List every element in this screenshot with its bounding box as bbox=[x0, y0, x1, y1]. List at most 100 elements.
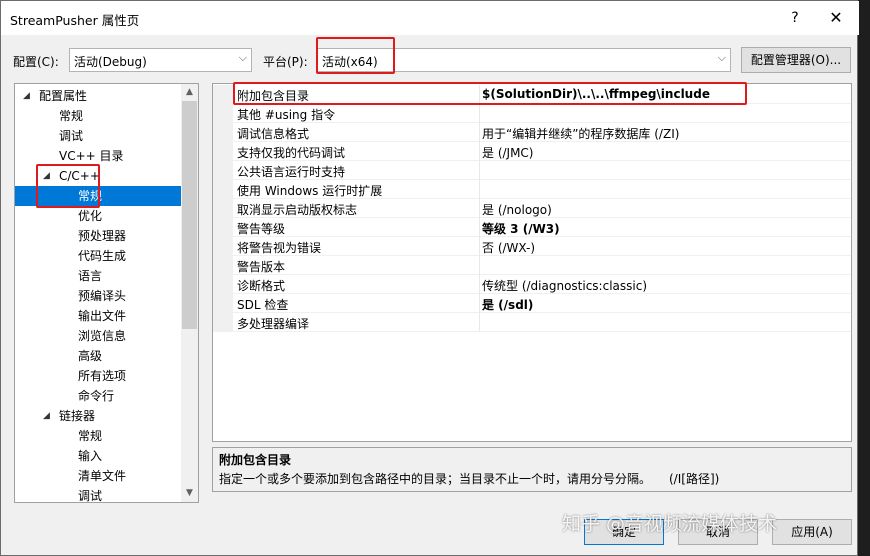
tree-item[interactable]: 常规 bbox=[15, 186, 181, 206]
window-title: StreamPusher 属性页 bbox=[10, 13, 140, 28]
tree-item[interactable]: 语言 bbox=[15, 266, 181, 286]
tree-item-label: C/C++ bbox=[59, 169, 100, 183]
property-value[interactable]: 是 (/nologo) bbox=[482, 201, 552, 218]
config-manager-button[interactable]: 配置管理器(O)... bbox=[741, 47, 851, 73]
tree-item[interactable]: 调试 bbox=[15, 486, 181, 503]
tree-item[interactable]: 输出文件 bbox=[15, 306, 181, 326]
tree-item-label: 常规 bbox=[59, 109, 84, 123]
tree-item[interactable]: 调试 bbox=[15, 126, 181, 146]
column-divider bbox=[479, 85, 480, 104]
row-gutter bbox=[213, 85, 233, 104]
column-divider bbox=[479, 180, 480, 199]
property-row[interactable]: 调试信息格式 用于“编辑并继续”的程序数据库 (/ZI) bbox=[213, 123, 851, 142]
tree-item-label: 预处理器 bbox=[78, 229, 127, 243]
row-gutter bbox=[213, 275, 233, 294]
property-value[interactable]: 是 (/JMC) bbox=[482, 144, 534, 161]
tree-item[interactable]: 优化 bbox=[15, 206, 181, 226]
help-button[interactable]: ? bbox=[780, 7, 810, 29]
tree-item-label: 调试 bbox=[78, 489, 103, 503]
tree-scrollbar[interactable]: ▲ ▼ bbox=[181, 84, 198, 502]
property-tree: ◢ 配置属性 常规 调试 VC++ 目录 ◢ C/C++ 常规 优化 预处理器 代码生成 语言 预编译头… bbox=[14, 83, 199, 503]
property-pages-dialog: StreamPusher 属性页 ? ✕ 配置(C): 活动(Debug) ⌵ … bbox=[0, 0, 859, 556]
column-divider bbox=[479, 313, 480, 332]
row-gutter bbox=[213, 123, 233, 142]
property-row[interactable]: 取消显示启动版权标志 是 (/nologo) bbox=[213, 199, 851, 218]
title-bar: StreamPusher 属性页 ? ✕ bbox=[1, 1, 859, 35]
column-divider bbox=[479, 199, 480, 218]
property-row[interactable]: 将警告视为错误 否 (/WX-) bbox=[213, 237, 851, 256]
tree-item[interactable]: 预编译头 bbox=[15, 286, 181, 306]
column-divider bbox=[479, 294, 480, 313]
property-row[interactable]: 警告版本 bbox=[213, 256, 851, 275]
property-value[interactable]: 传统型 (/diagnostics:classic) bbox=[482, 277, 647, 294]
tree-item-label: VC++ 目录 bbox=[59, 149, 124, 163]
property-row[interactable]: 其他 #using 指令 bbox=[213, 104, 851, 123]
property-name: 警告版本 bbox=[237, 260, 286, 274]
expand-arrow-icon[interactable]: ◢ bbox=[23, 86, 30, 106]
tree-item-label: 预编译头 bbox=[78, 289, 127, 303]
tree-item[interactable]: 所有选项 bbox=[15, 366, 181, 386]
property-row[interactable]: 使用 Windows 运行时扩展 bbox=[213, 180, 851, 199]
scroll-up-icon[interactable]: ▲ bbox=[181, 84, 198, 101]
property-row[interactable]: SDL 检查 是 (/sdl) bbox=[213, 294, 851, 313]
tree-item-label: 输出文件 bbox=[78, 309, 127, 323]
platform-combo[interactable]: 活动(x64) ⌵ bbox=[317, 48, 731, 72]
tree-item[interactable]: 浏览信息 bbox=[15, 326, 181, 346]
scroll-down-icon[interactable]: ▼ bbox=[181, 485, 198, 502]
tree-item-label: 所有选项 bbox=[78, 369, 127, 383]
config-combo[interactable]: 活动(Debug) ⌵ bbox=[69, 48, 252, 72]
property-row[interactable]: 诊断格式 传统型 (/diagnostics:classic) bbox=[213, 275, 851, 294]
property-row[interactable]: 多处理器编译 bbox=[213, 313, 851, 332]
tree-item[interactable]: VC++ 目录 bbox=[15, 146, 181, 166]
tree-item[interactable]: ◢ 配置属性 bbox=[15, 86, 181, 106]
tree-item[interactable]: 清单文件 bbox=[15, 466, 181, 486]
scroll-thumb[interactable] bbox=[182, 101, 197, 329]
apply-button[interactable]: 应用(A) bbox=[772, 519, 852, 545]
expand-arrow-icon[interactable]: ◢ bbox=[43, 406, 50, 426]
column-divider bbox=[479, 237, 480, 256]
row-gutter bbox=[213, 104, 233, 123]
property-name: 附加包含目录 bbox=[237, 89, 310, 103]
row-gutter bbox=[213, 313, 233, 332]
tree-item-label: 常规 bbox=[78, 189, 103, 203]
property-row[interactable]: 支持仅我的代码调试 是 (/JMC) bbox=[213, 142, 851, 161]
property-value[interactable]: 是 (/sdl) bbox=[482, 296, 533, 313]
chevron-down-icon: ⌵ bbox=[238, 51, 247, 64]
tree-item-label: 清单文件 bbox=[78, 469, 127, 483]
property-value[interactable]: 等级 3 (/W3) bbox=[482, 220, 560, 237]
tree-item[interactable]: 常规 bbox=[15, 426, 181, 446]
tree-item-label: 配置属性 bbox=[39, 89, 88, 103]
tree-item-label: 调试 bbox=[59, 129, 84, 143]
column-divider bbox=[479, 161, 480, 180]
tree-item[interactable]: ◢ 链接器 bbox=[15, 406, 181, 426]
tree-item[interactable]: ◢ C/C++ bbox=[15, 166, 181, 186]
row-gutter bbox=[213, 237, 233, 256]
property-name: SDL 检查 bbox=[237, 298, 289, 312]
tree-item-label: 语言 bbox=[78, 269, 103, 283]
row-gutter bbox=[213, 161, 233, 180]
watermark: 知乎 @音视频流媒体技术 bbox=[562, 513, 778, 535]
property-row[interactable]: 警告等级 等级 3 (/W3) bbox=[213, 218, 851, 237]
property-name: 其他 #using 指令 bbox=[237, 108, 336, 122]
tree-item[interactable]: 代码生成 bbox=[15, 246, 181, 266]
close-button[interactable]: ✕ bbox=[821, 7, 851, 29]
tree-item[interactable]: 命令行 bbox=[15, 386, 181, 406]
property-value[interactable]: $(SolutionDir)\..\..\ffmpeg\include bbox=[482, 87, 710, 101]
property-name: 将警告视为错误 bbox=[237, 241, 322, 255]
config-value: 活动(Debug) bbox=[74, 55, 147, 69]
property-row[interactable]: 附加包含目录 $(SolutionDir)\..\..\ffmpeg\includ… bbox=[213, 85, 851, 104]
platform-value: 活动(x64) bbox=[322, 55, 378, 69]
row-gutter bbox=[213, 142, 233, 161]
background-editor-strip bbox=[859, 0, 870, 556]
property-row[interactable]: 公共语言运行时支持 bbox=[213, 161, 851, 180]
property-name: 警告等级 bbox=[237, 222, 286, 236]
tree-item[interactable]: 预处理器 bbox=[15, 226, 181, 246]
expand-arrow-icon[interactable]: ◢ bbox=[43, 166, 50, 186]
tree-item-label: 高级 bbox=[78, 349, 103, 363]
property-value[interactable]: 否 (/WX-) bbox=[482, 239, 535, 256]
property-name: 调试信息格式 bbox=[237, 127, 310, 141]
tree-item[interactable]: 高级 bbox=[15, 346, 181, 366]
property-value[interactable]: 用于“编辑并继续”的程序数据库 (/ZI) bbox=[482, 125, 679, 142]
tree-item[interactable]: 输入 bbox=[15, 446, 181, 466]
tree-item[interactable]: 常规 bbox=[15, 106, 181, 126]
